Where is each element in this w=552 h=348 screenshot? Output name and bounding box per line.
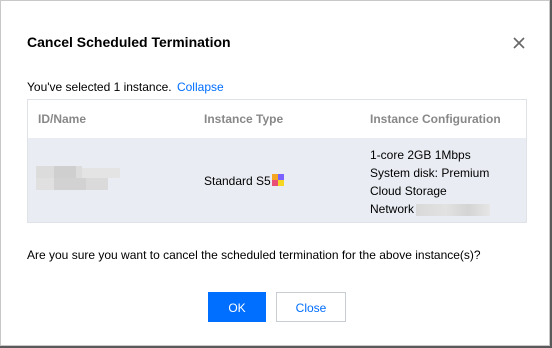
- instance-type-cell: Standard S5: [204, 174, 284, 188]
- config-line-network: Network: [370, 200, 491, 218]
- instance-configuration-cell: 1-core 2GB 1Mbps System disk: Premium Cl…: [370, 146, 491, 218]
- instance-type-text: Standard S5: [204, 174, 271, 188]
- collapse-link[interactable]: Collapse: [177, 80, 224, 94]
- column-header-id-name: ID/Name: [38, 112, 87, 126]
- config-line-cpu-memory: 1-core 2GB 1Mbps: [370, 148, 471, 162]
- table-header: ID/Name Instance Type Instance Configura…: [28, 100, 526, 139]
- selection-text: You've selected 1 instance.: [27, 80, 172, 94]
- redacted-network-value: [416, 203, 491, 216]
- ok-button[interactable]: OK: [208, 292, 266, 322]
- selection-summary: You've selected 1 instance. Collapse: [27, 80, 224, 94]
- close-button[interactable]: Close: [276, 292, 346, 322]
- close-icon[interactable]: [511, 35, 527, 51]
- cancel-termination-dialog: Cancel Scheduled Termination You've sele…: [0, 0, 550, 346]
- column-header-instance-configuration: Instance Configuration: [370, 112, 501, 126]
- table-row: Standard S5 1-core 2GB 1Mbps System disk…: [28, 138, 526, 222]
- network-label: Network: [370, 202, 415, 216]
- dialog-title: Cancel Scheduled Termination: [27, 34, 231, 50]
- config-line-system-disk: System disk: Premium: [370, 166, 490, 180]
- confirm-message: Are you sure you want to cancel the sche…: [27, 248, 481, 262]
- config-line-storage: Cloud Storage: [370, 184, 447, 198]
- column-header-instance-type: Instance Type: [204, 112, 284, 126]
- instance-table: ID/Name Instance Type Instance Configura…: [27, 99, 527, 223]
- instance-type-badge-icon: [271, 174, 284, 186]
- redacted-instance-id: [36, 166, 120, 190]
